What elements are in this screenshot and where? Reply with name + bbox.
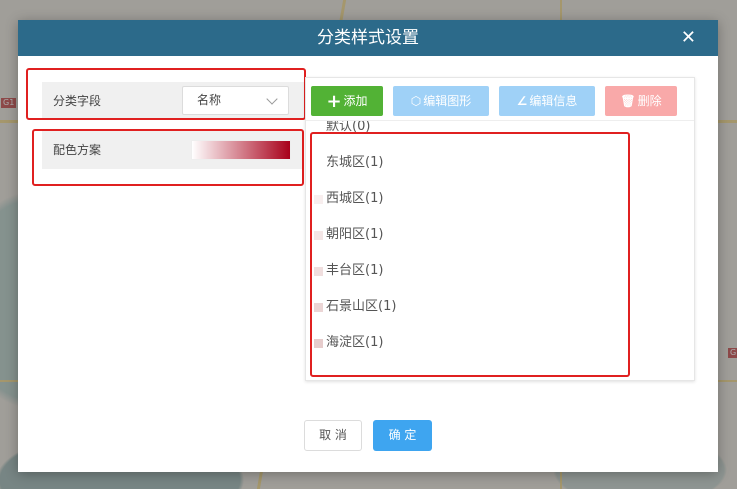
- toolbar: + 添加 ⬡ 编辑图形 ∠ 编辑信息 🗑 删除: [306, 78, 694, 121]
- color-swatch: [314, 123, 323, 132]
- highlight-box: [32, 129, 304, 186]
- edit-shape-button[interactable]: ⬡ 编辑图形: [393, 86, 489, 116]
- trash-icon: 🗑: [620, 94, 636, 108]
- classification-style-dialog: 分类样式设置 ✕ 分类字段 名称 配色方案 +添加 ⬡编辑图形 ∠编辑信息: [18, 20, 718, 472]
- highlight-box: [310, 132, 630, 377]
- add-button[interactable]: + 添加: [311, 86, 383, 116]
- edit-info-button[interactable]: ∠ 编辑信息: [499, 86, 595, 116]
- delete-label: 删除: [637, 94, 662, 108]
- cancel-button[interactable]: 取 消: [304, 420, 362, 451]
- dialog-header: 分类样式设置 ✕: [18, 20, 718, 56]
- shape-icon: ⬡: [410, 94, 422, 108]
- edit-shape-label: 编辑图形: [423, 94, 472, 108]
- dialog-title: 分类样式设置: [317, 28, 419, 48]
- edit-info-label: 编辑信息: [529, 94, 578, 108]
- add-label: 添加: [343, 94, 368, 108]
- plus-icon: +: [326, 91, 342, 112]
- confirm-button[interactable]: 确 定: [373, 420, 432, 451]
- pencil-icon: ∠: [516, 94, 528, 108]
- close-icon[interactable]: ✕: [681, 20, 696, 56]
- delete-button[interactable]: 🗑 删除: [605, 86, 677, 116]
- highlight-box: [26, 68, 306, 120]
